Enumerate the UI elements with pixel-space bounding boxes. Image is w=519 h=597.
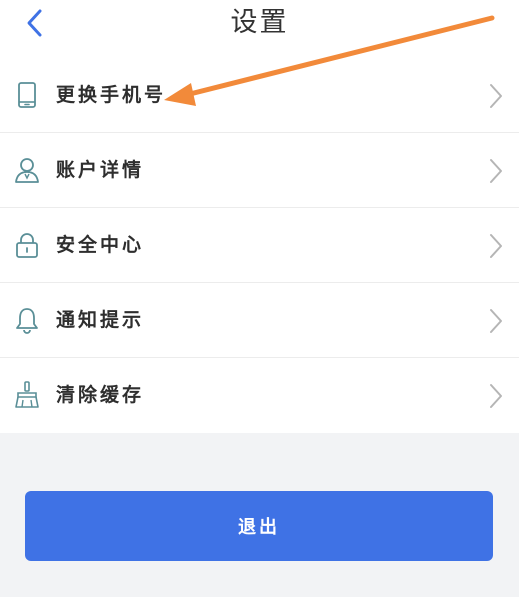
settings-item-label: 更换手机号 bbox=[56, 84, 167, 106]
user-icon bbox=[15, 158, 39, 183]
chevron-right-icon bbox=[490, 384, 502, 408]
chevron-right-icon bbox=[490, 84, 502, 108]
bell-icon bbox=[16, 308, 38, 334]
settings-item-label: 通知提示 bbox=[56, 309, 145, 331]
lock-icon bbox=[16, 233, 38, 258]
logout-button[interactable]: 退出 bbox=[25, 491, 493, 561]
settings-item-label: 安全中心 bbox=[56, 234, 145, 256]
settings-item-clear-cache[interactable]: 清除缓存 bbox=[0, 358, 519, 433]
broom-icon bbox=[15, 381, 39, 408]
settings-item-security-center[interactable]: 安全中心 bbox=[0, 208, 519, 283]
back-button[interactable] bbox=[18, 6, 54, 42]
settings-item-label: 账户详情 bbox=[56, 159, 145, 181]
phone-icon bbox=[18, 82, 36, 108]
settings-item-account-details[interactable]: 账户详情 bbox=[0, 133, 519, 208]
settings-item-change-phone[interactable]: 更换手机号 bbox=[0, 58, 519, 133]
settings-list: 更换手机号 账户详情 安全中心 通知提示 清除缓存 bbox=[0, 58, 519, 433]
chevron-right-icon bbox=[490, 309, 502, 333]
chevron-right-icon bbox=[490, 159, 502, 183]
page-title: 设置 bbox=[230, 7, 289, 38]
chevron-right-icon bbox=[490, 234, 502, 258]
header-bar: 设置 bbox=[0, 0, 519, 58]
settings-item-notifications[interactable]: 通知提示 bbox=[0, 283, 519, 358]
settings-item-label: 清除缓存 bbox=[56, 384, 145, 406]
chevron-left-icon bbox=[27, 9, 42, 37]
